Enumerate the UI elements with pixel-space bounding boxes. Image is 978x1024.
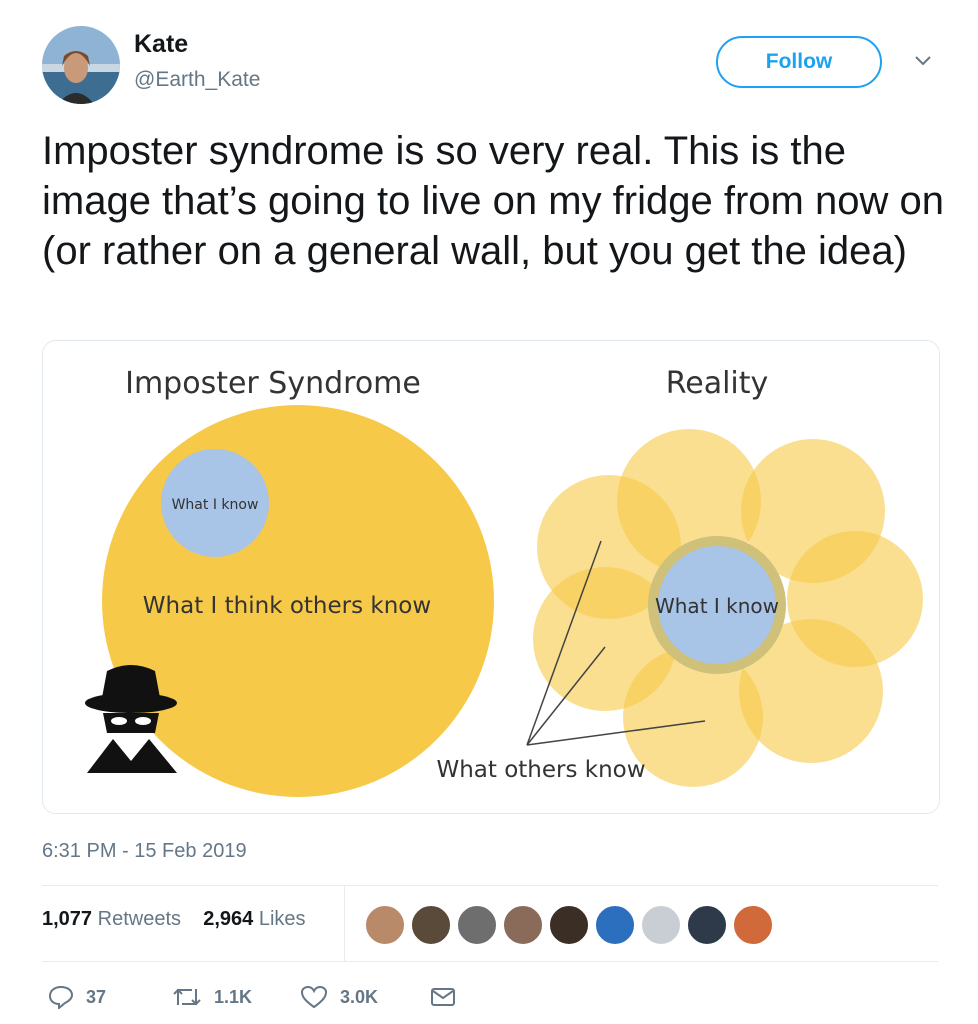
liker-avatar[interactable]	[686, 904, 728, 946]
reply-button[interactable]: 37	[48, 984, 106, 1010]
reply-count: 37	[86, 986, 107, 1007]
chevron-down-icon[interactable]	[914, 54, 932, 68]
like-button[interactable]: 3.0K	[300, 984, 378, 1010]
retweets-stat[interactable]: 1,077 Retweets	[42, 908, 181, 930]
liker-avatar[interactable]	[548, 904, 590, 946]
author-avatar[interactable]	[42, 26, 120, 104]
left-title: Imposter Syndrome	[125, 366, 421, 401]
retweet-icon	[173, 988, 201, 1006]
divider	[42, 961, 938, 962]
what-others-know-label: What others know	[436, 757, 645, 783]
envelope-icon	[431, 988, 455, 1006]
liker-avatar[interactable]	[456, 904, 498, 946]
follow-button[interactable]: Follow	[716, 36, 882, 88]
reply-icon	[48, 985, 74, 1009]
liker-avatar[interactable]	[640, 904, 682, 946]
stats-separator	[344, 886, 345, 962]
heart-icon	[300, 985, 328, 1009]
tweet-image[interactable]: Imposter Syndrome What I know What I thi…	[42, 340, 940, 814]
likes-stat[interactable]: 2,964 Likes	[203, 908, 305, 930]
right-title: Reality	[666, 366, 769, 401]
right-what-i-know: What I know	[655, 594, 779, 618]
direct-message-button[interactable]	[430, 984, 456, 1010]
tweet-stats: 1,077 Retweets 2,964 Likes	[42, 908, 306, 931]
liker-avatar[interactable]	[364, 904, 406, 946]
liker-avatar[interactable]	[594, 904, 636, 946]
author-name[interactable]: Kate	[134, 30, 188, 59]
like-count: 3.0K	[340, 986, 379, 1007]
retweet-count: 1.1K	[214, 986, 253, 1007]
left-what-i-know: What I know	[172, 497, 259, 513]
tweet-timestamp[interactable]: 6:31 PM - 15 Feb 2019	[42, 840, 247, 863]
liker-avatar[interactable]	[502, 904, 544, 946]
divider	[42, 885, 938, 886]
what-i-think-others-know-label: What I think others know	[143, 593, 431, 619]
liker-avatar[interactable]	[732, 904, 774, 946]
tweet-text: Imposter syndrome is so very real. This …	[42, 129, 944, 273]
author-handle[interactable]: @Earth_Kate	[134, 68, 260, 92]
liker-avatar[interactable]	[410, 904, 452, 946]
retweet-button[interactable]: 1.1K	[172, 984, 252, 1010]
